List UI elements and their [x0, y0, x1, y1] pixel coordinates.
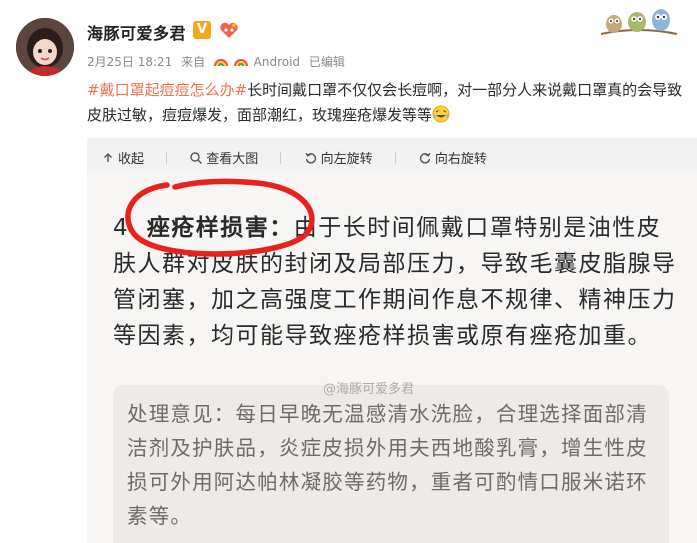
search-icon [190, 152, 203, 165]
avatar[interactable] [16, 18, 74, 76]
toolbar-divider [166, 152, 168, 164]
collapse-label: 收起 [118, 152, 145, 167]
username[interactable]: 海豚可爱多君 [87, 20, 186, 44]
collapse-button[interactable]: 收起 [101, 148, 144, 167]
rotate-right-button[interactable]: 向右旋转 [418, 148, 487, 167]
red-hand-drawn-circle [125, 178, 315, 257]
edited-label[interactable]: 已编辑 [309, 55, 345, 69]
fan-icon[interactable] [218, 19, 240, 41]
vip-icon[interactable]: V [193, 21, 211, 39]
source-prefix: 来自 [181, 55, 206, 69]
owl-decoration [600, 9, 678, 35]
laugh-emoji [432, 105, 450, 123]
toolbar-divider [280, 152, 282, 164]
source-name[interactable]: Android [254, 55, 300, 69]
post-text: #戴口罩起痘痘怎么办#长时间戴口罩不仅仅会长痘啊，对一部分人来说戴口罩真的会导致… [87, 78, 687, 128]
rotate-right-icon [419, 152, 431, 164]
rainbow-icon [233, 59, 248, 67]
rotate-left-button[interactable]: 向左旋转 [304, 148, 373, 167]
post-meta: 2月25日 18:21 来自 Android 已编辑 [87, 53, 350, 70]
toolbar-divider [394, 152, 396, 164]
hashtag-link[interactable]: #戴口罩起痘痘怎么办# [87, 81, 247, 99]
advice-text: 处理意见：每日早晚无温感清水洗脸，合理选择面部清洁剂及护肤品，炎症皮损外用夫西地… [127, 402, 648, 528]
post-image[interactable]: 4. 痤疮样损害：由于长时间佩戴口罩特别是油性皮肤人群对皮肤的封闭及局部压力，导… [87, 175, 697, 543]
watermark: @海豚可爱多君 [323, 382, 415, 397]
rotate-left-icon [305, 152, 316, 164]
view-large-button[interactable]: 查看大图 [189, 148, 258, 167]
collapse-icon [104, 153, 112, 162]
image-toolbar: 收起 查看大图 向左旋转 向右旋转 [101, 148, 505, 167]
rotate-left-label: 向左旋转 [320, 152, 373, 167]
post-date[interactable]: 2月25日 18:21 [87, 55, 172, 69]
rotate-right-label: 向右旋转 [434, 152, 487, 167]
rainbow-icon [213, 59, 228, 67]
advice-box: 处理意见：每日早晚无温感清水洗脸，合理选择面部清洁剂及护肤品，炎症皮损外用夫西地… [113, 385, 669, 543]
view-large-label: 查看大图 [206, 152, 259, 167]
